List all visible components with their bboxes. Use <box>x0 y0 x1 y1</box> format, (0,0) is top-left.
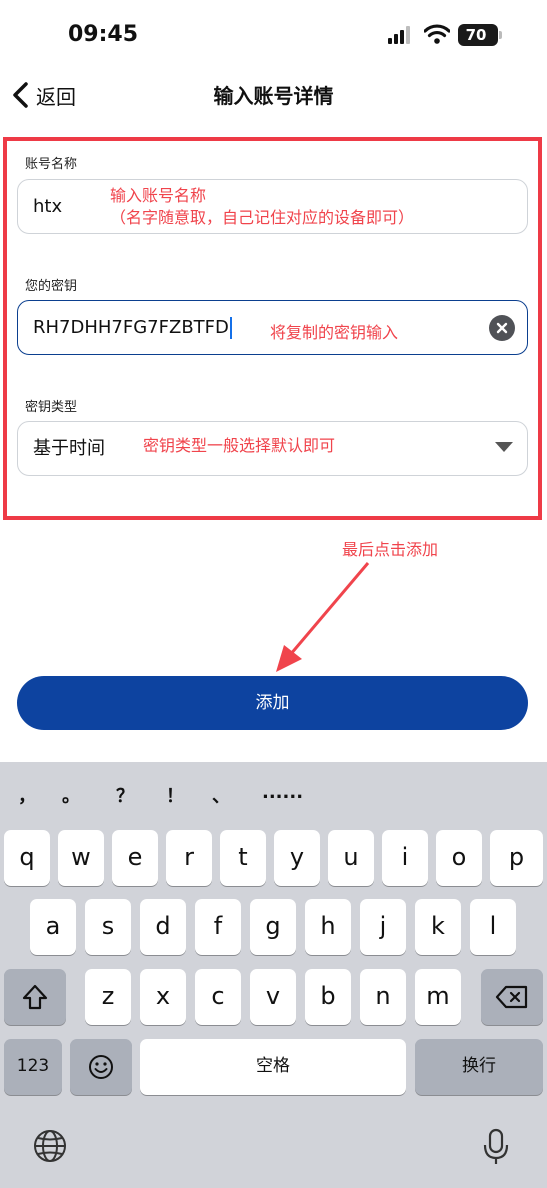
account-name-annotation-line1: 输入账号名称 <box>110 186 207 205</box>
secret-key-label: 您的密钥 <box>25 279 78 294</box>
key-type-annotation: 密钥类型一般选择默认即可 <box>143 436 336 455</box>
account-name-label: 账号名称 <box>25 157 78 172</box>
emoji-key[interactable] <box>70 1039 132 1095</box>
key-h[interactable]: h <box>305 899 351 955</box>
key-j[interactable]: j <box>360 899 406 955</box>
clear-x-icon <box>496 322 508 334</box>
key-c[interactable]: c <box>195 969 241 1025</box>
key-s[interactable]: s <box>85 899 131 955</box>
add-button[interactable]: 添加 <box>17 676 528 730</box>
return-key[interactable]: 换行 <box>415 1039 543 1095</box>
candidate-enumeration-comma[interactable]: 、 <box>212 782 230 808</box>
backspace-key[interactable] <box>481 969 543 1025</box>
key-a[interactable]: a <box>30 899 76 955</box>
microphone-icon[interactable] <box>482 1128 510 1166</box>
globe-icon[interactable] <box>32 1128 68 1164</box>
key-e[interactable]: e <box>112 830 158 886</box>
secret-key-value: RH7DHH7FG7FZBTFD <box>33 317 229 338</box>
secret-key-text: RH7DHH7FG7FZBTFD <box>33 301 232 354</box>
shift-key[interactable] <box>4 969 66 1025</box>
candidate-ellipsis[interactable]: ...... <box>262 782 303 803</box>
key-g[interactable]: g <box>250 899 296 955</box>
dropdown-arrow-icon <box>495 442 513 452</box>
keyboard: ， 。 ？ ！ 、 ...... q w e r t y u i o p a s… <box>0 762 547 1188</box>
battery-cap <box>499 31 502 39</box>
key-p[interactable]: p <box>490 830 543 886</box>
status-bar: 09:45 70 <box>0 0 547 72</box>
key-l[interactable]: l <box>470 899 516 955</box>
key-v[interactable]: v <box>250 969 296 1025</box>
battery-level: 70 <box>465 26 487 44</box>
numbers-key[interactable]: 123 <box>4 1039 62 1095</box>
key-r[interactable]: r <box>166 830 212 886</box>
key-u[interactable]: u <box>328 830 374 886</box>
annotation-arrow-icon <box>276 562 370 672</box>
key-d[interactable]: d <box>140 899 186 955</box>
account-name-value: htx <box>33 196 63 217</box>
key-q[interactable]: q <box>4 830 50 886</box>
page-title: 输入账号详情 <box>213 84 334 108</box>
candidate-comma[interactable]: ， <box>18 782 36 808</box>
wifi-icon <box>424 24 450 44</box>
candidate-period[interactable]: 。 <box>62 782 80 808</box>
battery-icon: 70 <box>458 24 498 46</box>
secret-key-annotation: 将复制的密钥输入 <box>270 323 399 342</box>
candidate-question[interactable]: ？ <box>116 782 134 808</box>
candidate-exclamation[interactable]: ！ <box>166 782 184 808</box>
screen: 09:45 70 返回 输入账号详情 账号名称 htx 输入账号名称 （名字随意… <box>0 0 547 1188</box>
emoji-icon <box>89 1055 113 1079</box>
key-type-value: 基于时间 <box>33 438 105 459</box>
text-caret <box>229 317 232 339</box>
key-m[interactable]: m <box>415 969 461 1025</box>
key-b[interactable]: b <box>305 969 351 1025</box>
key-w[interactable]: w <box>58 830 104 886</box>
key-i[interactable]: i <box>382 830 428 886</box>
space-key[interactable]: 空格 <box>140 1039 406 1095</box>
key-t[interactable]: t <box>220 830 266 886</box>
key-f[interactable]: f <box>195 899 241 955</box>
key-z[interactable]: z <box>85 969 131 1025</box>
shift-icon <box>22 984 48 1010</box>
key-k[interactable]: k <box>415 899 461 955</box>
backspace-icon <box>495 985 528 1009</box>
status-time: 09:45 <box>68 22 139 47</box>
key-type-label: 密钥类型 <box>25 400 78 415</box>
clear-input-button[interactable] <box>489 315 515 341</box>
key-x[interactable]: x <box>140 969 186 1025</box>
account-name-annotation-line2: （名字随意取，自己记住对应的设备即可） <box>110 208 415 227</box>
cellular-signal-icon <box>388 26 410 44</box>
key-y[interactable]: y <box>274 830 320 886</box>
key-n[interactable]: n <box>360 969 406 1025</box>
key-o[interactable]: o <box>436 830 482 886</box>
